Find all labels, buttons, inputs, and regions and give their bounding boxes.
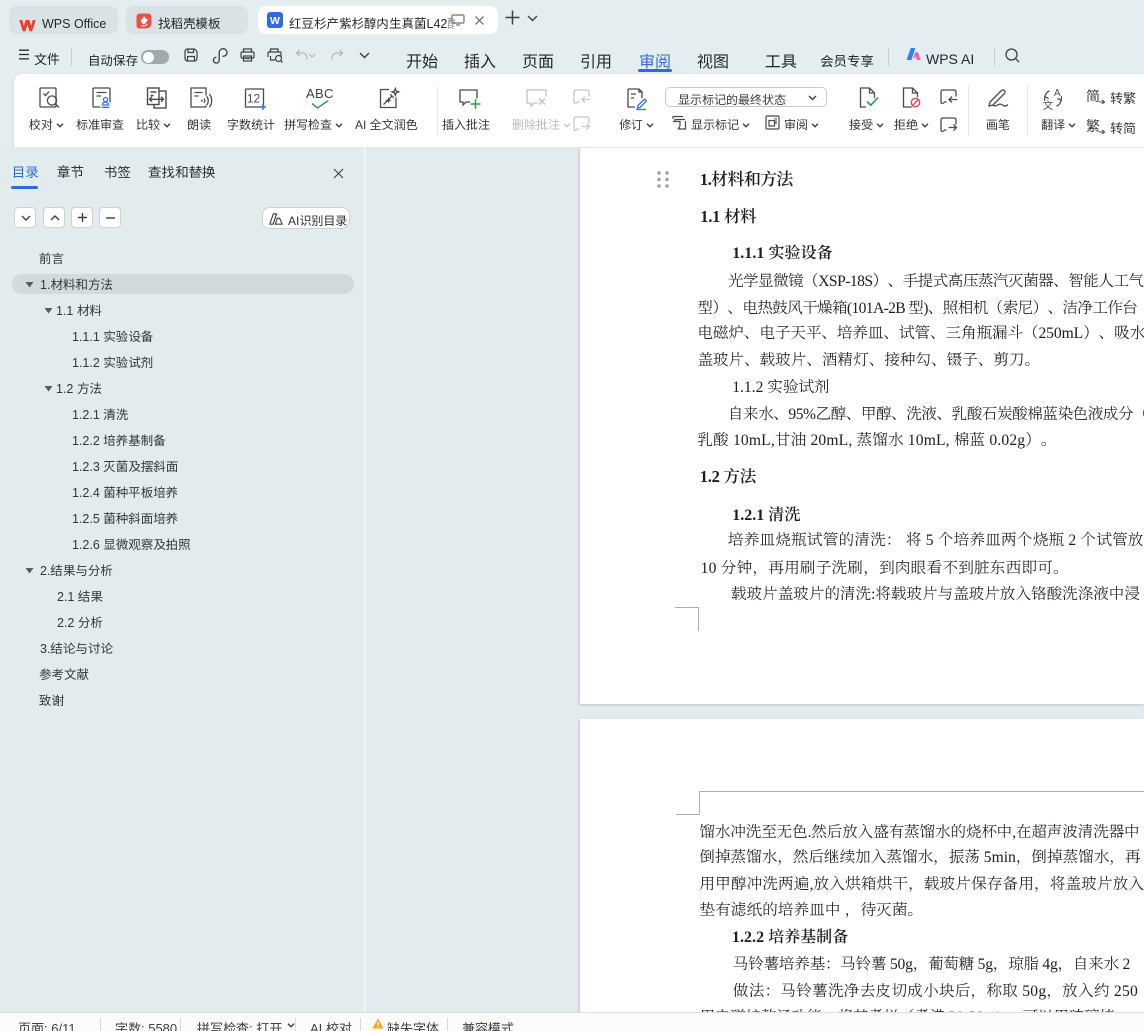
svg-text:文: 文: [1043, 98, 1054, 113]
svg-text:12: 12: [247, 92, 261, 106]
svg-text:A: A: [1054, 88, 1061, 99]
svg-text:W: W: [270, 15, 280, 27]
